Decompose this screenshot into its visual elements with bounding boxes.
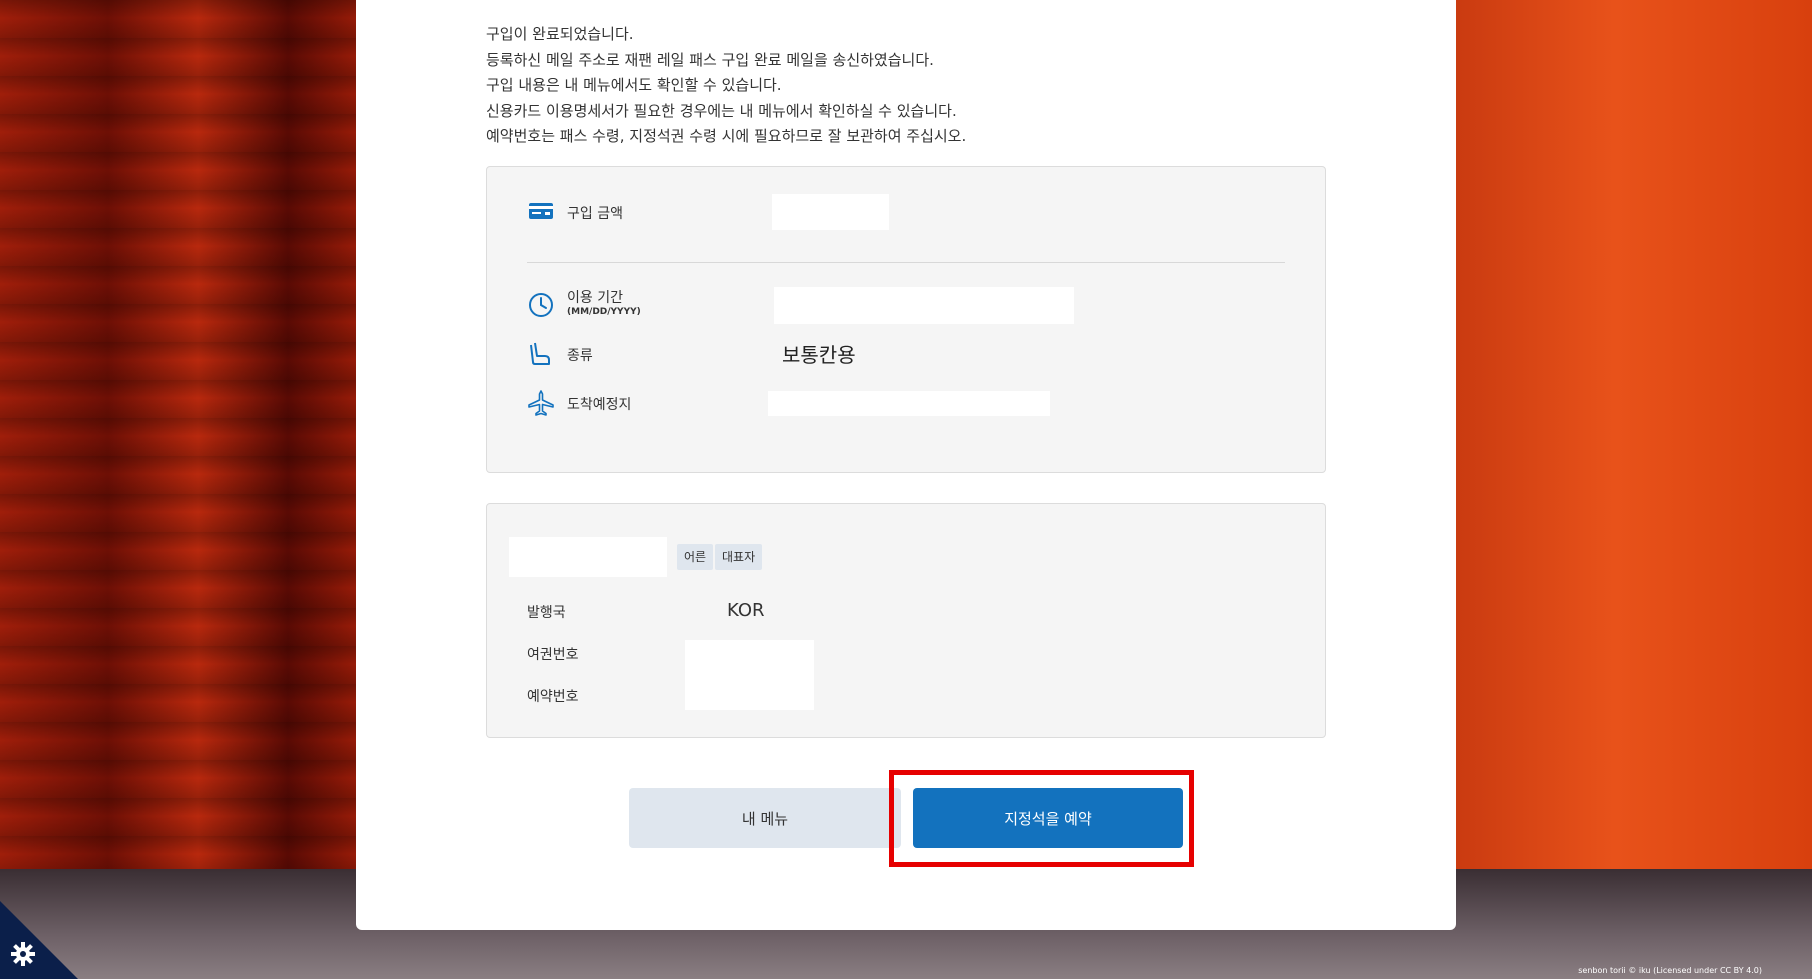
- amount-label: 구입 금액: [567, 206, 623, 222]
- notice-line: 구입이 완료되었습니다.: [486, 25, 634, 43]
- purchase-details-panel: 구입 금액 이용 기간 (MM/DD/YYYY) 종류 보통칸용 도착예정지: [486, 166, 1326, 473]
- representative-tag: 대표자: [715, 544, 763, 570]
- settings-corner[interactable]: [0, 901, 78, 979]
- passport-reservation-redacted: [685, 640, 814, 710]
- type-value: 보통칸용: [782, 343, 856, 367]
- reservation-label: 예약번호: [527, 689, 579, 705]
- adult-tag: 어른: [677, 544, 714, 570]
- settings-corner-background: [0, 901, 78, 979]
- clock-icon: [527, 291, 555, 319]
- completion-notice: 구입이 완료되었습니다. 등록하신 메일 주소로 재팬 레일 패스 구입 완료 …: [486, 22, 966, 150]
- country-label: 발행국: [527, 605, 566, 621]
- gear-icon[interactable]: [10, 941, 36, 967]
- highlight-box: [889, 770, 1194, 867]
- passenger-panel: 어른 대표자 발행국 KOR 여권번호 예약번호: [486, 503, 1326, 738]
- period-value-redacted: [774, 287, 1074, 324]
- notice-line: 신용카드 이용명세서가 필요한 경우에는 내 메뉴에서 확인하실 수 있습니다.: [486, 101, 957, 120]
- seat-icon: [527, 340, 555, 368]
- destination-value-redacted: [768, 391, 1050, 416]
- airplane-icon: [527, 389, 555, 417]
- background-left: [0, 0, 360, 979]
- notice-line: 예약번호는 패스 수령, 지정석권 수령 시에 필요하므로 잘 보관하여 주십시…: [486, 127, 967, 145]
- photo-credit: senbon torii © iku (Licensed under CC BY…: [1578, 966, 1762, 975]
- notice-line: 등록하신 메일 주소로 재팬 레일 패스 구입 완료 메일을 송신하였습니다.: [486, 50, 934, 69]
- credit-card-icon: [527, 197, 555, 225]
- amount-value-redacted: [772, 194, 889, 230]
- background-right: [1452, 0, 1812, 979]
- destination-label: 도착예정지: [567, 397, 632, 413]
- period-format: (MM/DD/YYYY): [567, 307, 641, 317]
- type-label: 종류: [567, 348, 593, 364]
- period-label: 이용 기간: [567, 290, 623, 306]
- my-menu-button[interactable]: 내 메뉴: [629, 788, 901, 848]
- completion-card: 구입이 완료되었습니다. 등록하신 메일 주소로 재팬 레일 패스 구입 완료 …: [356, 0, 1456, 930]
- passport-label: 여권번호: [527, 647, 579, 663]
- passenger-name-redacted: [509, 537, 667, 577]
- notice-line: 구입 내용은 내 메뉴에서도 확인할 수 있습니다.: [486, 76, 782, 94]
- country-value: KOR: [727, 600, 765, 621]
- divider: [527, 262, 1285, 263]
